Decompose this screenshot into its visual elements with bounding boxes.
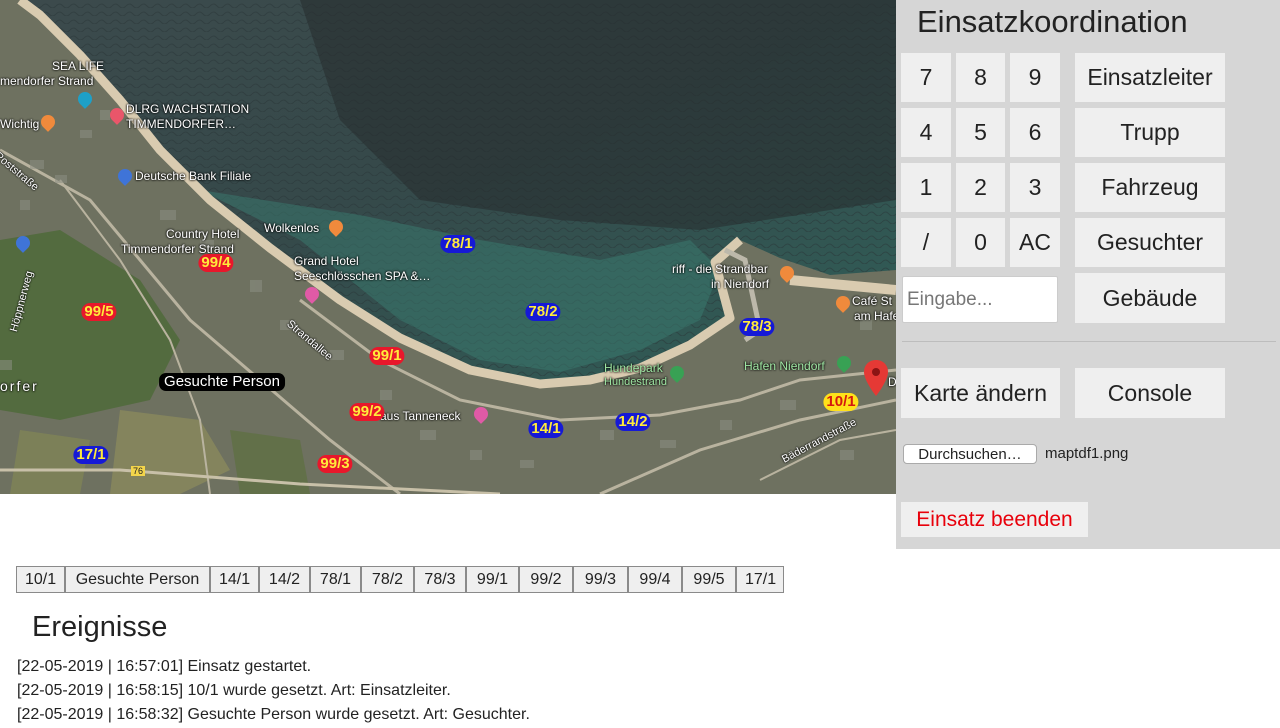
satellite-map[interactable]: SEA LIFE mendorfer Strand DLRG WACHSTATI… (0, 0, 896, 494)
road-sign-76: 76 (131, 466, 146, 476)
event-log-entry: [22-05-2019 | 16:58:15] 10/1 wurde geset… (17, 682, 451, 699)
map-label-hundepark: Hundepark (604, 361, 663, 375)
location-pin-icon[interactable] (864, 360, 888, 396)
selected-file-name: maptdf1.png (1045, 445, 1129, 462)
map-label-wolkenlos: Wolkenlos (264, 221, 320, 235)
unit-marker-99-1[interactable]: 99/1 (369, 347, 405, 365)
panel-title: Einsatzkoordination (917, 4, 1188, 39)
event-log: [22-05-2019 | 16:57:01] Einsatz gestarte… (17, 656, 530, 728)
key-5[interactable]: 5 (956, 108, 1005, 157)
type-einsatzleiter-button[interactable]: Einsatzleiter (1075, 53, 1225, 102)
key-0[interactable]: 0 (956, 218, 1005, 267)
map-label-haus-tanneneck: aus Tanneneck (380, 409, 461, 423)
file-browse-button[interactable]: Durchsuchen… (903, 444, 1037, 464)
unit-marker-99-2[interactable]: 99/2 (349, 403, 385, 421)
console-button[interactable]: Console (1075, 368, 1225, 418)
map-label-riff: riff - die Strandbar (672, 262, 768, 276)
unit-marker-99-4[interactable]: 99/4 (198, 254, 234, 272)
map-label-dlrg-2: TIMMENDORFER… (126, 117, 236, 131)
type-gesuchter-button[interactable]: Gesuchter (1075, 218, 1225, 267)
unit-marker-99-3[interactable]: 99/3 (317, 455, 353, 473)
unit-marker-14-1[interactable]: 14/1 (528, 420, 564, 438)
key-8[interactable]: 8 (956, 53, 1005, 102)
unit-tab-78-2[interactable]: 78/2 (361, 566, 414, 593)
unit-tab-14-1[interactable]: 14/1 (210, 566, 259, 593)
unit-tab-99-2[interactable]: 99/2 (519, 566, 573, 593)
unit-tab-99-5[interactable]: 99/5 (682, 566, 736, 593)
map-label-wichtig: Wichtig (0, 117, 40, 131)
map-label-riff-2: in Niendorf (711, 277, 770, 291)
type-gebaeude-button[interactable]: Gebäude (1075, 273, 1225, 323)
unit-tab-99-1[interactable]: 99/1 (466, 566, 519, 593)
unit-marker-78-2[interactable]: 78/2 (525, 303, 561, 321)
map-label-cafe: Café St (852, 294, 893, 308)
unit-marker-99-5[interactable]: 99/5 (81, 303, 117, 321)
type-fahrzeug-button[interactable]: Fahrzeug (1075, 163, 1225, 212)
event-log-entry: [22-05-2019 | 16:58:32] Gesuchte Person … (17, 706, 530, 723)
map-label-country-hotel: Country Hotel (166, 227, 240, 241)
end-mission-button[interactable]: Einsatz beenden (901, 502, 1088, 537)
key-clear[interactable]: AC (1010, 218, 1060, 267)
event-log-entry: [22-05-2019 | 16:57:01] Einsatz gestarte… (17, 658, 312, 675)
events-heading: Ereignisse (32, 611, 168, 643)
panel-divider (902, 341, 1276, 342)
map-label-dlrg: DLRG WACHSTATION (126, 102, 250, 116)
key-slash[interactable]: / (901, 218, 951, 267)
key-6[interactable]: 6 (1010, 108, 1060, 157)
key-3[interactable]: 3 (1010, 163, 1060, 212)
map-label-dorfer: orfer (0, 378, 39, 394)
unit-tab-99-4[interactable]: 99/4 (628, 566, 682, 593)
unit-marker-14-2[interactable]: 14/2 (615, 413, 651, 431)
unit-tab-14-2[interactable]: 14/2 (259, 566, 310, 593)
unit-tab-78-3[interactable]: 78/3 (414, 566, 466, 593)
unit-marker-78-1[interactable]: 78/1 (440, 235, 476, 253)
unit-input[interactable] (902, 276, 1058, 323)
key-4[interactable]: 4 (901, 108, 951, 157)
key-7[interactable]: 7 (901, 53, 951, 102)
unit-tab-10-1[interactable]: 10/1 (16, 566, 65, 593)
map-label-deutsche-bank: Deutsche Bank Filiale (135, 169, 252, 183)
key-1[interactable]: 1 (901, 163, 951, 212)
coordination-panel: Einsatzkoordination 7 8 9 4 5 6 1 2 3 / … (896, 0, 1280, 549)
map-label-timmendorfer-strand: mendorfer Strand (0, 74, 94, 88)
unit-marker-17-1[interactable]: 17/1 (73, 446, 109, 464)
map-label-sea-life: SEA LIFE (52, 59, 105, 73)
map-label-d: D (888, 375, 896, 389)
key-9[interactable]: 9 (1010, 53, 1060, 102)
unit-marker-78-3[interactable]: 78/3 (739, 318, 775, 336)
map-label-grand-hotel: Grand Hotel (294, 254, 359, 268)
unit-tab-gesuchte-person[interactable]: Gesuchte Person (65, 566, 210, 593)
key-2[interactable]: 2 (956, 163, 1005, 212)
map-label-hafen-niendorf: Hafen Niendorf (744, 359, 825, 373)
type-trupp-button[interactable]: Trupp (1075, 108, 1225, 157)
change-map-button[interactable]: Karte ändern (901, 368, 1060, 418)
unit-tab-17-1[interactable]: 17/1 (736, 566, 784, 593)
unit-tab-78-1[interactable]: 78/1 (310, 566, 361, 593)
map-label-hundestrand: Hundestrand (604, 376, 667, 388)
unit-marker-10-1[interactable]: 10/1 (823, 393, 859, 411)
map-label-cafe-2: am Hafe (854, 309, 896, 323)
unit-tab-bar: 10/1 Gesuchte Person 14/1 14/2 78/1 78/2… (16, 566, 784, 593)
map-label-grand-hotel-2: Seeschlösschen SPA &… (294, 269, 431, 283)
missing-person-marker[interactable]: Gesuchte Person (159, 373, 285, 391)
unit-tab-99-3[interactable]: 99/3 (573, 566, 628, 593)
